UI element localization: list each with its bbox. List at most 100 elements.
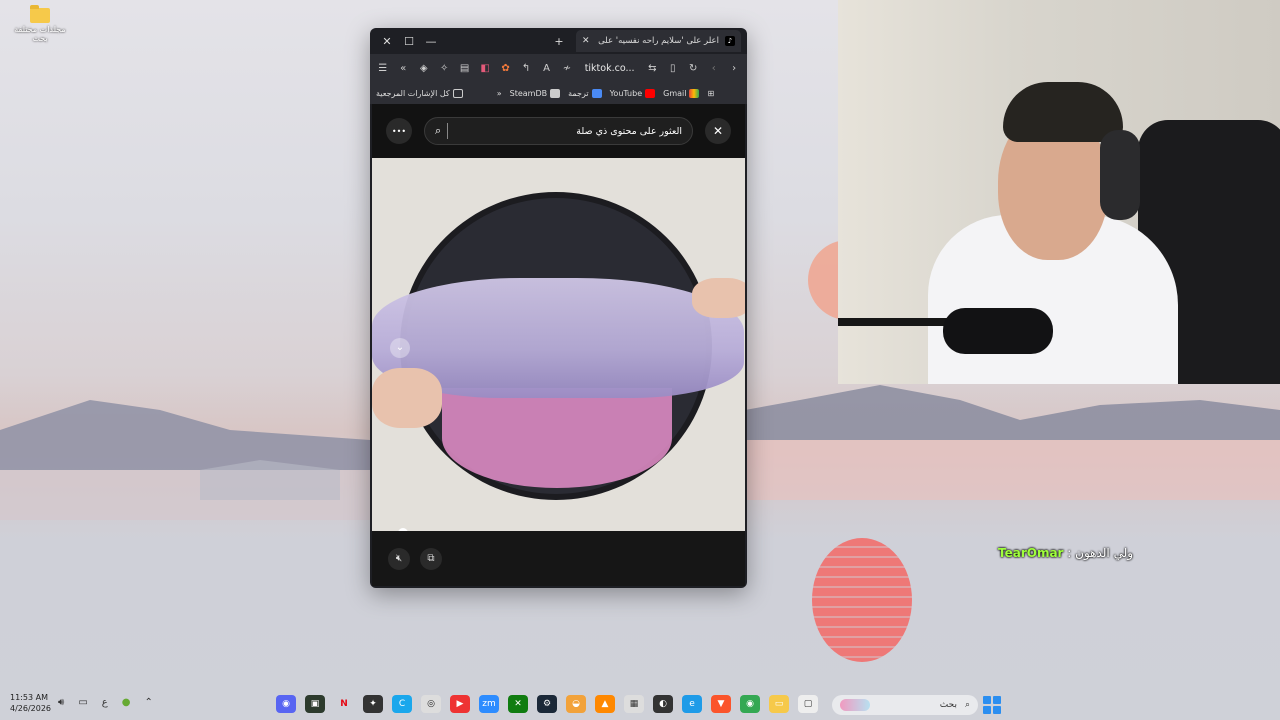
vlc-icon[interactable]: ▲ (595, 695, 615, 713)
file-explorer-icon[interactable]: ▭ (769, 695, 789, 713)
tab-tiktok[interactable]: ✕ اعلر على 'سلايم راحه نفسيه' على ♪ (576, 30, 741, 52)
network-icon[interactable]: ▭ (78, 697, 87, 708)
translate-icon[interactable]: A (540, 63, 553, 74)
search-highlight-icon (840, 699, 870, 711)
chat-message: TearOmar : ولي الدهون (998, 546, 1133, 560)
zoom-icon[interactable]: zm (479, 695, 499, 713)
bookmark-gmail-label: Gmail (663, 88, 687, 98)
clock-date: 4/26/2026 (10, 704, 52, 713)
bookmark-all-label: كل الإشارات المرجعية (376, 88, 450, 98)
taskbar-clock[interactable]: 11:53 AM 4/26/2026 (10, 692, 51, 714)
language-indicator[interactable]: ع (102, 697, 108, 708)
windows-logo-tile (983, 696, 991, 704)
webcam-mic-arm (838, 318, 948, 326)
windows-logo-tile (993, 696, 1001, 704)
new-tab-button[interactable]: + (548, 35, 570, 48)
bookmark-steamdb[interactable]: SteamDB (509, 88, 561, 98)
reload-icon[interactable]: ↻ (686, 63, 699, 74)
clock-time: 11:53 AM (10, 693, 48, 702)
davinci-icon[interactable]: ✦ (363, 695, 383, 713)
capcut-icon[interactable]: C (392, 695, 412, 713)
share-icon[interactable]: ↰ (519, 63, 532, 74)
video-hand-left (372, 368, 442, 428)
video-player[interactable]: ⌄ (372, 158, 745, 531)
webcam-overlay (838, 0, 1280, 384)
chrome-canary-icon[interactable]: ◐ (653, 695, 673, 713)
start-button[interactable] (983, 696, 1001, 714)
search-placeholder: العثور على محتوى ذي صلة (576, 125, 682, 137)
desktop-folder-label: مجلدات مختلفة بحث (14, 25, 66, 43)
bookmark-youtube[interactable]: YouTube (610, 88, 656, 98)
picture-in-picture-icon[interactable]: ⧉ (420, 547, 442, 570)
sun-reflection (812, 538, 912, 662)
google-translate-icon (591, 88, 602, 98)
tiktok-topbar: ••• ⌕ العثور على محتوى ذي صلة ✕ (372, 104, 745, 158)
shield-icon[interactable]: ◈ (417, 63, 430, 74)
task-view-icon[interactable]: ▢ (798, 695, 818, 713)
windows-logo-tile (983, 706, 991, 714)
apps-grid-icon[interactable]: ⊞ (707, 89, 714, 98)
epic-icon[interactable]: ◒ (566, 695, 586, 713)
forward-icon[interactable]: › (727, 63, 740, 74)
microphone-icon[interactable]: ● (122, 697, 131, 708)
terminal-icon[interactable]: ▣ (305, 695, 325, 713)
xbox-icon[interactable]: ✕ (508, 695, 528, 713)
edge-icon[interactable]: e (682, 695, 702, 713)
tray-chevron-up-icon[interactable]: ⌃ (144, 697, 152, 708)
discord-icon[interactable]: ◉ (276, 695, 296, 713)
volume-icon[interactable]: 🔊︎ (58, 697, 64, 708)
tiktok-page: ••• ⌕ العثور على محتوى ذي صلة ✕ ⌄ 🔇︎ ⧉ (372, 104, 745, 586)
tiktok-icon: ♪ (725, 36, 735, 46)
back-icon[interactable]: ‹ (707, 63, 720, 74)
minimize-button[interactable]: — (420, 35, 442, 48)
close-window-button[interactable]: ✕ (376, 35, 398, 48)
desktop-folder[interactable]: مجلدات مختلفة بحث (14, 5, 66, 43)
bookmark-translate-label: ترجمة (568, 88, 589, 98)
search-input[interactable]: ⌕ العثور على محتوى ذي صلة (424, 117, 693, 145)
search-icon[interactable]: ⌕ (435, 124, 441, 138)
obs-icon[interactable]: ◎ (421, 695, 441, 713)
extension-icon[interactable]: ✿ (499, 63, 512, 74)
store-icon[interactable]: ▦ (624, 695, 644, 713)
bookmark-translate[interactable]: ترجمة (568, 88, 602, 98)
chat-text: ولي الدهون (1075, 546, 1134, 560)
puzzle-icon[interactable]: ✧ (437, 63, 450, 74)
close-video-button[interactable]: ✕ (705, 118, 731, 144)
maximize-button[interactable]: ☐ (398, 35, 420, 48)
reader-icon[interactable]: ▤ (458, 63, 471, 74)
chrome-icon[interactable]: ◉ (740, 695, 760, 713)
webcam-microphone (943, 308, 1053, 354)
image-icon[interactable]: ◧ (478, 63, 491, 74)
bookmark-steamdb-label: SteamDB (509, 88, 548, 98)
chat-separator: : (1063, 546, 1076, 560)
video-controls: 🔇︎ ⧉ (372, 531, 745, 586)
steam-icon[interactable]: ⚙ (537, 695, 557, 713)
search-divider (447, 123, 449, 139)
menu-icon[interactable]: ☰ (376, 63, 389, 74)
webcam-headset (1100, 130, 1140, 220)
bookmark-icon[interactable]: ▯ (666, 63, 679, 74)
netflix-icon[interactable]: N (334, 695, 354, 713)
address-bar[interactable]: tiktok.co... (585, 63, 635, 74)
bookmark-all[interactable]: كل الإشارات المرجعية (376, 88, 463, 98)
more-options-button[interactable]: ••• (386, 118, 412, 144)
taskbar-search-icon: ⌕ (964, 700, 970, 710)
steamdb-icon (550, 88, 561, 98)
wand-icon[interactable]: ≁ (560, 63, 573, 74)
folder-icon (452, 88, 463, 98)
taskbar-search[interactable]: ⌕ بحث (832, 695, 978, 715)
folder-icon (30, 5, 50, 23)
mute-icon[interactable]: 🔇︎ (388, 547, 410, 570)
brave-icon[interactable]: ▼ (711, 695, 731, 713)
more-bookmarks-button[interactable]: » (497, 89, 502, 98)
tab-bar: ✕ ☐ — + ✕ اعلر على 'سلايم راحه نفسيه' عل… (370, 28, 747, 54)
extensions-more-icon[interactable]: « (396, 63, 409, 74)
bookmark-gmail[interactable]: Gmail (663, 88, 700, 98)
gmail-icon (689, 88, 700, 98)
webcam-person-hair (1003, 82, 1123, 142)
media-player-icon[interactable]: ▶ (450, 695, 470, 713)
browser-window: ✕ ☐ — + ✕ اعلر على 'سلايم راحه نفسيه' عل… (370, 28, 747, 588)
site-settings-icon[interactable]: ⇆ (646, 63, 659, 74)
tab-close-icon[interactable]: ✕ (582, 36, 590, 46)
chevron-down-icon[interactable]: ⌄ (390, 338, 410, 358)
